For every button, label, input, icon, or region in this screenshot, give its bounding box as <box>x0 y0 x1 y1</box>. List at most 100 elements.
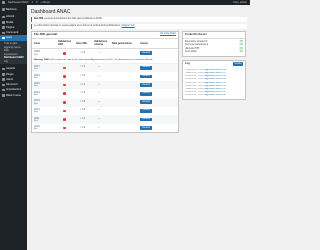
year-link[interactable]: 2017 (file) <box>34 65 58 71</box>
collapse-icon <box>2 94 5 97</box>
gare-count: < 1.0 <box>80 51 86 54</box>
year-link[interactable]: 2018 (file) <box>34 50 58 56</box>
year-link[interactable]: 2010 (file) <box>34 125 58 131</box>
generate-button[interactable]: Genera <box>140 100 152 105</box>
schema-status: — <box>98 83 101 86</box>
adminbar-greeting[interactable]: Ciao, admin <box>233 1 247 4</box>
error-icon: ! <box>63 109 66 113</box>
log-toolbar: Log Svuota <box>183 61 245 68</box>
error-icon: ! <box>63 66 66 70</box>
gare-submenu: Tutte le gare Aggiungi nuova Ditte Impos… <box>0 40 27 65</box>
gare-count: < 1.0 <box>80 83 86 86</box>
log-timestamp: 12/09/2019 - 10:15 <box>185 94 204 97</box>
more-info-link[interactable]: Maggiori info <box>122 25 135 27</box>
year-link[interactable]: 2011 (file) <box>34 117 58 123</box>
error-icon: ! <box>63 92 66 95</box>
schema-status: — <box>98 100 101 103</box>
year-link[interactable]: 2016 (file) <box>34 74 58 80</box>
brush-icon <box>2 67 5 71</box>
warning-text: Value in input not valid for the field '… <box>49 58 153 61</box>
error-icon: ! <box>63 83 66 87</box>
table-row: 2014 (file)! < 1.0 — Genera <box>32 89 178 98</box>
generate-button[interactable]: Genera <box>140 117 152 122</box>
warning-label: Warning: 2960 <box>34 58 49 61</box>
year-file-label: (file) <box>34 111 38 114</box>
table-row: 2015 (file)! < 1.0 — Genera <box>32 80 178 90</box>
comment-icon <box>2 31 5 35</box>
year-link[interactable]: 2013 (file) <box>34 99 58 105</box>
schema-status: — <box>98 75 101 78</box>
wordpress-logo-icon[interactable] <box>2 1 5 4</box>
year-file-label: (file) <box>34 94 38 97</box>
help-notice: Le informazioni riportate in questa pagi… <box>31 23 247 30</box>
submenu-item-log[interactable]: Log <box>0 60 27 64</box>
media-icon <box>2 20 5 24</box>
plugin-icon <box>2 72 5 76</box>
generate-button[interactable]: Genera <box>140 91 152 96</box>
xsd-cell: ! <box>58 118 76 121</box>
xsd-cell: ! <box>58 109 76 113</box>
gare-count: < 1.0 <box>80 118 86 121</box>
gare-count: < 1.0 <box>80 100 86 103</box>
table-row: 2010 (file)! < 1.0 — Genera <box>32 124 178 133</box>
xsd-cell: ! <box>58 101 76 104</box>
dashboard-icon <box>2 8 5 11</box>
server-status-list: Estensione simplexml OK Permessi cartella … <box>183 39 245 56</box>
xsd-cell: ! <box>58 66 76 70</box>
status-line: Cron ANAC OK <box>185 51 243 54</box>
adminbar-site-name[interactable]: Dashboard ANAC <box>8 1 28 4</box>
error-icon: ! <box>63 126 66 130</box>
log-panel: Log Svuota 12/09/2019 - 10:15 Aggiornato … <box>182 59 246 101</box>
schema-status: — <box>98 92 101 95</box>
clear-log-button[interactable]: Svuota <box>233 62 243 66</box>
schema-status: — <box>98 126 101 129</box>
table-row: 2013 (file)! < 1.0 — Genera <box>32 98 178 107</box>
anac-file-link[interactable]: Vai al file ANAC <box>160 33 176 36</box>
admin-sidebar: Bacheca Articoli Media Pagine Commenti G… <box>0 5 27 250</box>
log-entry: 12/09/2019 - 10:15 Aggiornato anno 2010 <box>185 94 243 97</box>
error-icon: ! <box>63 75 66 78</box>
year-link[interactable]: 2014 (file) <box>34 91 58 97</box>
adminbar-comments[interactable]: 0 <box>36 1 37 4</box>
xsd-cell: ! <box>58 126 76 130</box>
generate-button[interactable]: Genera <box>140 51 152 56</box>
schema-status: — <box>98 51 101 54</box>
error-icon: ! <box>63 118 66 121</box>
server-status-panel: Controllo Server Estensione simplexml OK P… <box>182 30 246 57</box>
status-label: Cron ANAC <box>185 50 197 53</box>
page-title: Dashboard ANAC <box>31 8 71 15</box>
gare-count: < 1.0 <box>80 92 86 95</box>
adminbar-updates[interactable]: 1 <box>31 1 32 4</box>
year-file-label: (file) <box>34 76 38 79</box>
document-icon <box>2 36 5 40</box>
settings-icon <box>2 88 5 92</box>
year-file-label: (file) <box>34 119 38 122</box>
year-link[interactable]: 2015 (file) <box>34 82 58 88</box>
main-content: Dashboard ANAC Dati XML generati automat… <box>31 5 247 134</box>
year-link[interactable]: 2012 (file) <box>34 108 58 114</box>
generate-button[interactable]: Genera <box>140 126 152 130</box>
year-value[interactable]: 2013 <box>34 99 40 102</box>
schema-status: — <box>98 118 101 121</box>
year-file-label: (file) <box>34 85 38 88</box>
year-file-label: (file) <box>34 53 38 56</box>
log-message: Aggiornato anno 2010 <box>204 94 226 97</box>
table-header: Anno Validazione XSD Gare XML Validazion… <box>32 39 178 49</box>
generate-button[interactable]: Genera <box>140 66 152 70</box>
generate-button[interactable]: Genera <box>140 108 152 113</box>
error-icon: ! <box>63 101 66 104</box>
schema-status: — <box>98 109 101 112</box>
gare-count: < 1.0 <box>80 126 86 129</box>
generate-button[interactable]: Genera <box>140 74 152 79</box>
adminbar-new[interactable]: + Nuovo <box>40 1 50 4</box>
generate-button[interactable]: Genera <box>140 83 152 87</box>
pin-icon <box>2 15 5 19</box>
year-file-label: (file) <box>34 102 38 105</box>
status-value: OK <box>239 50 243 53</box>
user-icon <box>2 78 5 81</box>
year-file-label: (file) <box>34 128 38 131</box>
menu-collapse[interactable]: Riduci menu <box>0 93 27 98</box>
year-value[interactable]: 2018 <box>34 50 40 53</box>
page-icon <box>2 26 5 29</box>
gare-count: < 1.0 <box>80 75 86 78</box>
